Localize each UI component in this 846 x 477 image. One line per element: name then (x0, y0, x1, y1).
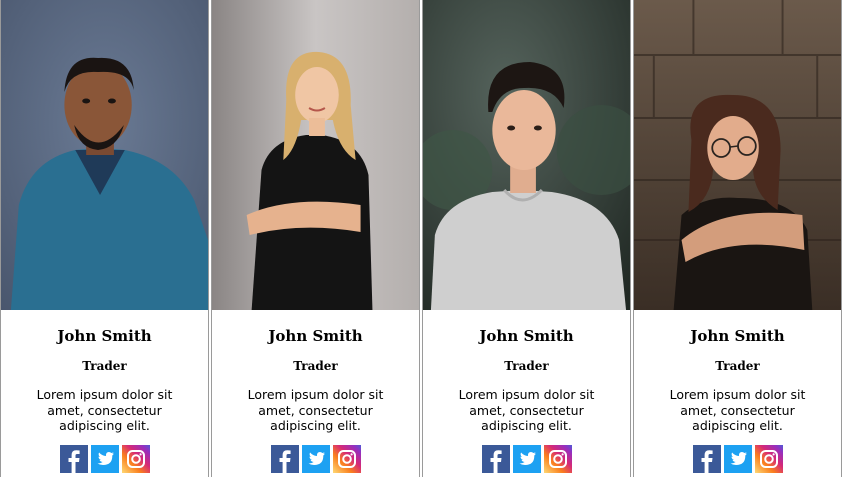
instagram-icon[interactable] (754, 444, 783, 473)
member-description: Lorem ipsum dolor sit amet, consectetur … (36, 387, 173, 433)
young-man-grey-shirt-photo (423, 0, 630, 310)
member-name: John Smith (268, 327, 363, 345)
twitter-icon[interactable] (512, 444, 541, 473)
member-name: John Smith (690, 327, 785, 345)
social-links (1, 444, 208, 473)
member-description: Lorem ipsum dolor sit amet, consectetur … (669, 387, 806, 433)
facebook-icon[interactable] (481, 444, 510, 473)
facebook-icon[interactable] (59, 444, 88, 473)
team-card: John Smith Trader Lorem ipsum dolor sit … (422, 0, 631, 477)
member-name: John Smith (479, 327, 574, 345)
team-card: John Smith Trader Lorem ipsum dolor sit … (633, 0, 842, 477)
member-name: John Smith (57, 327, 152, 345)
social-links (212, 444, 419, 473)
team-card: John Smith Trader Lorem ipsum dolor sit … (0, 0, 209, 477)
man-blue-shirt-photo (1, 0, 208, 310)
instagram-icon[interactable] (121, 444, 150, 473)
social-links (423, 444, 630, 473)
twitter-icon[interactable] (90, 444, 119, 473)
member-role: Trader (715, 359, 760, 373)
twitter-icon[interactable] (723, 444, 752, 473)
member-role: Trader (293, 359, 338, 373)
social-links (634, 444, 841, 473)
team-card: John Smith Trader Lorem ipsum dolor sit … (211, 0, 420, 477)
member-role: Trader (82, 359, 127, 373)
member-role: Trader (504, 359, 549, 373)
instagram-icon[interactable] (543, 444, 572, 473)
team-row: John Smith Trader Lorem ipsum dolor sit … (0, 0, 846, 477)
member-description: Lorem ipsum dolor sit amet, consectetur … (247, 387, 384, 433)
woman-glasses-photo (634, 0, 841, 310)
member-description: Lorem ipsum dolor sit amet, consectetur … (458, 387, 595, 433)
twitter-icon[interactable] (301, 444, 330, 473)
facebook-icon[interactable] (270, 444, 299, 473)
facebook-icon[interactable] (692, 444, 721, 473)
instagram-icon[interactable] (332, 444, 361, 473)
woman-black-top-photo (212, 0, 419, 310)
